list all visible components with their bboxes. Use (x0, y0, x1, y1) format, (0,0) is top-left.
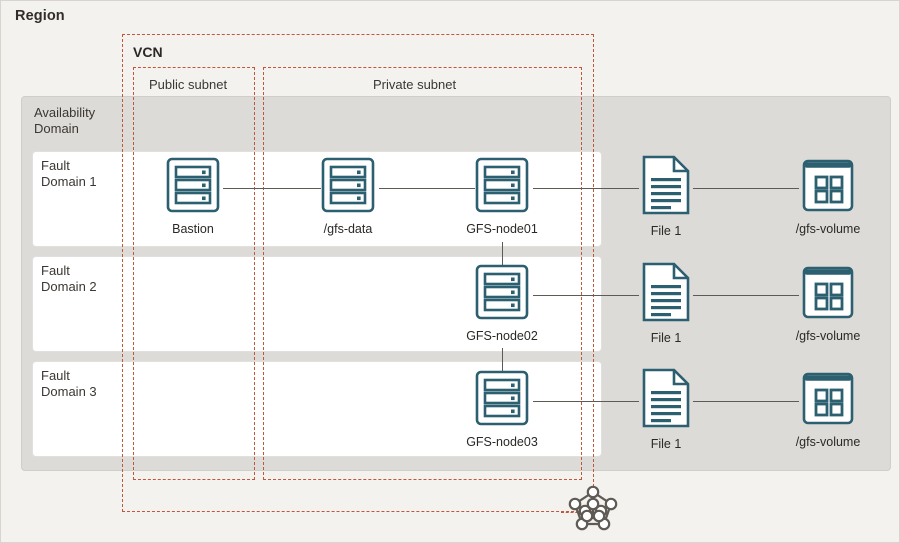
server-icon (474, 263, 530, 321)
fault-domain-2-label: Fault Domain 2 (41, 263, 97, 294)
server-icon (474, 369, 530, 427)
node-gfs-volume-fd3[interactable]: /gfs-volume (780, 371, 876, 449)
private-subnet-label: Private subnet (373, 77, 457, 92)
node-gfs-volume-fd2-label: /gfs-volume (795, 329, 861, 343)
node-gfs-volume-fd2[interactable]: /gfs-volume (780, 265, 876, 343)
block-volume-icon (800, 158, 856, 214)
fault-domain-1-label: Fault Domain 1 (41, 158, 97, 189)
node-file1-fd1-label: File 1 (650, 224, 682, 238)
block-volume-icon (800, 371, 856, 427)
network-mesh-icon (567, 483, 619, 533)
node-gfs-volume-fd3-label: /gfs-volume (795, 435, 861, 449)
node-gfs-volume-fd1-label: /gfs-volume (795, 222, 861, 236)
node-file1-fd1[interactable]: File 1 (618, 154, 714, 238)
node-file1-fd3-label: File 1 (650, 437, 682, 451)
node-gfs-data-label: /gfs-data (323, 222, 373, 236)
fault-domain-3-label: Fault Domain 3 (41, 368, 97, 399)
node-file1-fd3[interactable]: File 1 (618, 367, 714, 451)
node-gfs-node03-label: GFS-node03 (466, 435, 538, 449)
node-gfs-volume-fd1[interactable]: /gfs-volume (780, 158, 876, 236)
node-gfs-node01[interactable]: GFS-node01 (454, 156, 550, 236)
public-subnet-label: Public subnet (149, 77, 228, 92)
node-bastion-label: Bastion (172, 222, 214, 236)
vcn-label: VCN (133, 44, 163, 60)
node-file1-fd2[interactable]: File 1 (618, 261, 714, 345)
availability-domain-label: Availability Domain (34, 105, 96, 136)
file-icon (640, 261, 692, 323)
node-file1-fd2-label: File 1 (650, 331, 682, 345)
server-icon (165, 156, 221, 214)
node-gfs-node01-label: GFS-node01 (466, 222, 538, 236)
region-title: Region (15, 8, 65, 24)
node-gfs-node02[interactable]: GFS-node02 (454, 263, 550, 343)
server-icon (320, 156, 376, 214)
server-icon (474, 156, 530, 214)
file-icon (640, 367, 692, 429)
node-gfs-node03[interactable]: GFS-node03 (454, 369, 550, 449)
node-gfs-data[interactable]: /gfs-data (300, 156, 396, 236)
file-icon (640, 154, 692, 216)
public-subnet-boundary (133, 67, 255, 480)
block-volume-icon (800, 265, 856, 321)
architecture-diagram: Region Availability Domain Fault Domain … (0, 0, 900, 543)
node-bastion[interactable]: Bastion (145, 156, 241, 236)
node-gfs-node02-label: GFS-node02 (466, 329, 538, 343)
node-network-mesh[interactable] (545, 483, 641, 541)
